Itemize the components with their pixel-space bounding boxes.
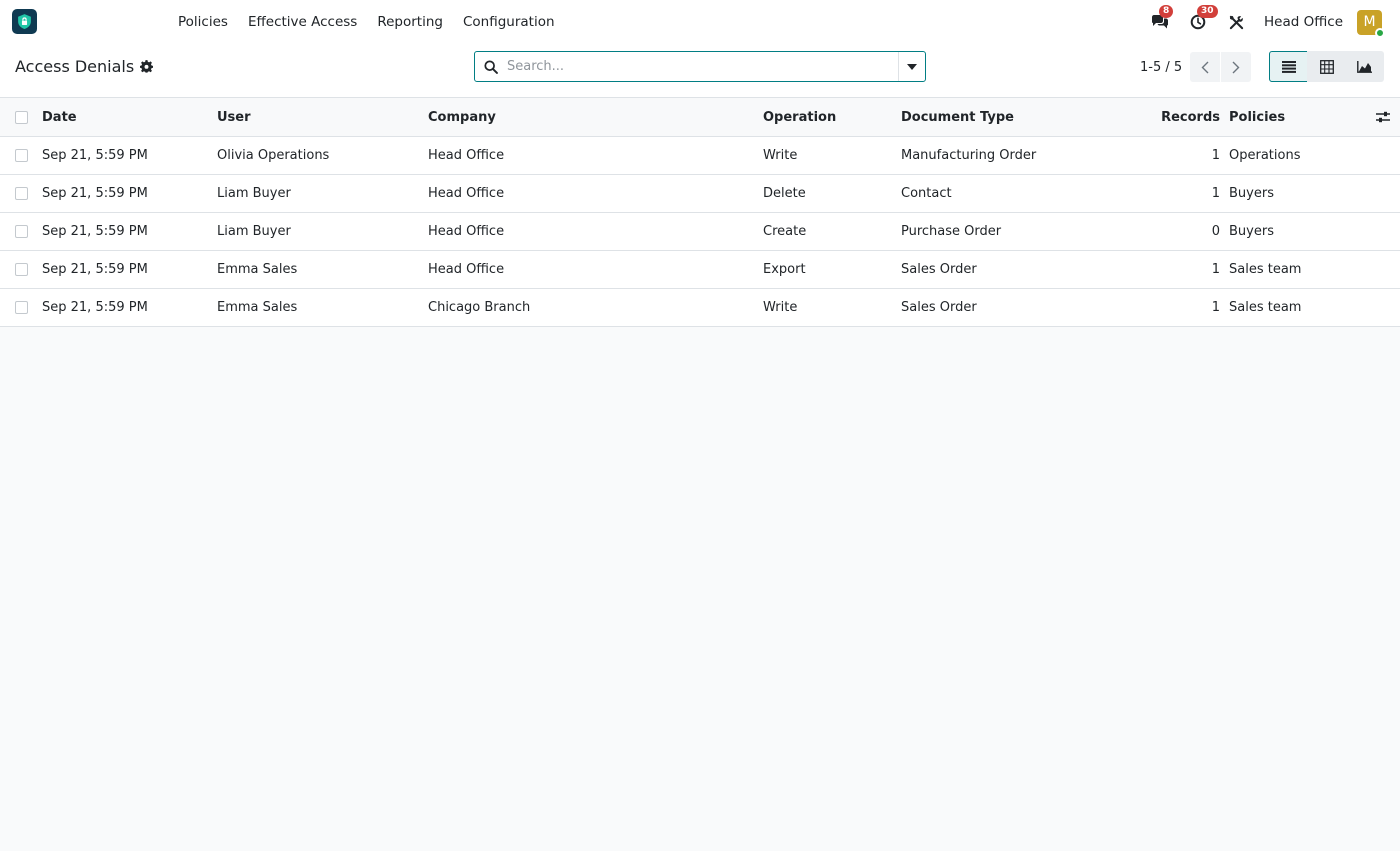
pager-previous-button[interactable] bbox=[1190, 52, 1221, 82]
cell-policies: Operations bbox=[1229, 148, 1301, 163]
page-title: Access Denials bbox=[15, 57, 135, 76]
search-input[interactable] bbox=[507, 52, 898, 81]
row-checkbox[interactable] bbox=[15, 225, 28, 238]
cell-document-type: Contact bbox=[901, 186, 952, 201]
row-checkbox[interactable] bbox=[15, 187, 28, 200]
list-icon bbox=[1281, 60, 1296, 73]
tools-icon bbox=[1229, 15, 1243, 29]
cell-operation: Write bbox=[763, 300, 798, 315]
shield-lock-icon bbox=[18, 14, 31, 29]
column-header-operation[interactable]: Operation bbox=[763, 98, 836, 136]
gear-icon[interactable] bbox=[140, 60, 154, 73]
cell-date: Sep 21, 5:59 PM bbox=[42, 224, 148, 239]
column-header-user[interactable]: User bbox=[217, 98, 251, 136]
cell-operation: Create bbox=[763, 224, 807, 239]
pivot-view-button[interactable] bbox=[1307, 51, 1346, 82]
search-icon bbox=[475, 52, 507, 81]
main-menu: Policies Effective Access Reporting Conf… bbox=[168, 0, 565, 44]
messages-count-badge: 8 bbox=[1159, 5, 1174, 18]
table-row[interactable]: Sep 21, 5:59 PM Liam Buyer Head Office D… bbox=[0, 175, 1400, 213]
column-header-policies[interactable]: Policies bbox=[1229, 98, 1285, 136]
menu-item-reporting[interactable]: Reporting bbox=[367, 14, 453, 30]
graph-view-button[interactable] bbox=[1345, 51, 1384, 82]
cell-policies: Buyers bbox=[1229, 186, 1274, 201]
caret-down-icon bbox=[907, 63, 917, 70]
sliders-icon bbox=[1376, 111, 1390, 123]
cell-company: Head Office bbox=[428, 148, 505, 163]
select-all-checkbox[interactable] bbox=[15, 110, 28, 124]
cell-user: Liam Buyer bbox=[217, 224, 291, 239]
cell-company: Head Office bbox=[428, 224, 505, 239]
access-denials-list: Date User Company Operation Document Typ… bbox=[0, 98, 1400, 327]
cell-document-type: Sales Order bbox=[901, 300, 977, 315]
chevron-right-icon bbox=[1232, 61, 1240, 73]
company-switcher[interactable]: Head Office bbox=[1264, 14, 1343, 30]
cell-operation: Delete bbox=[763, 186, 806, 201]
cell-document-type: Purchase Order bbox=[901, 224, 1002, 239]
row-checkbox[interactable] bbox=[15, 149, 28, 162]
avatar-initial: M bbox=[1363, 14, 1376, 30]
cell-operation: Export bbox=[763, 262, 806, 277]
cell-company: Chicago Branch bbox=[428, 300, 531, 315]
list-view-button[interactable] bbox=[1269, 51, 1308, 82]
chevron-left-icon bbox=[1201, 61, 1209, 73]
cell-company: Head Office bbox=[428, 262, 505, 277]
table-row[interactable]: Sep 21, 5:59 PM Emma Sales Chicago Branc… bbox=[0, 289, 1400, 327]
cell-policies: Sales team bbox=[1229, 300, 1302, 315]
table-grid-icon bbox=[1319, 59, 1334, 74]
top-navbar: Policies Effective Access Reporting Conf… bbox=[0, 0, 1400, 44]
table-row[interactable]: Sep 21, 5:59 PM Liam Buyer Head Office C… bbox=[0, 213, 1400, 251]
row-checkbox[interactable] bbox=[15, 263, 28, 276]
cell-policies: Sales team bbox=[1229, 262, 1302, 277]
cell-document-type: Manufacturing Order bbox=[901, 148, 1037, 163]
debug-tools-button[interactable] bbox=[1226, 12, 1246, 32]
cell-records: 1 bbox=[1211, 148, 1220, 163]
cell-records: 0 bbox=[1211, 224, 1220, 239]
cell-date: Sep 21, 5:59 PM bbox=[42, 300, 148, 315]
cell-user: Emma Sales bbox=[217, 262, 298, 277]
control-panel: Access Denials 1-5 / 5 bbox=[0, 44, 1400, 98]
cell-user: Liam Buyer bbox=[217, 186, 291, 201]
cell-company: Head Office bbox=[428, 186, 505, 201]
user-avatar[interactable]: M bbox=[1357, 9, 1385, 38]
optional-columns-toggle[interactable] bbox=[1376, 98, 1390, 136]
column-header-company[interactable]: Company bbox=[428, 98, 496, 136]
column-header-date[interactable]: Date bbox=[42, 98, 77, 136]
cell-records: 1 bbox=[1211, 186, 1220, 201]
area-chart-icon bbox=[1357, 60, 1372, 73]
table-row[interactable]: Sep 21, 5:59 PM Emma Sales Head Office E… bbox=[0, 251, 1400, 289]
pager: 1-5 / 5 bbox=[1140, 52, 1252, 82]
cell-date: Sep 21, 5:59 PM bbox=[42, 262, 148, 277]
cell-user: Emma Sales bbox=[217, 300, 298, 315]
breadcrumb: Access Denials bbox=[15, 57, 154, 76]
cell-policies: Buyers bbox=[1229, 224, 1274, 239]
menu-item-effective-access[interactable]: Effective Access bbox=[238, 14, 367, 30]
cell-date: Sep 21, 5:59 PM bbox=[42, 186, 148, 201]
systray: 8 30 Head Office M bbox=[1150, 0, 1385, 44]
cell-date: Sep 21, 5:59 PM bbox=[42, 148, 148, 163]
pager-value[interactable]: 1-5 / 5 bbox=[1140, 60, 1182, 75]
cell-user: Olivia Operations bbox=[217, 148, 330, 163]
column-header-document-type[interactable]: Document Type bbox=[901, 98, 1014, 136]
activities-button[interactable]: 30 bbox=[1188, 5, 1218, 32]
cell-records: 1 bbox=[1211, 262, 1220, 277]
row-checkbox[interactable] bbox=[15, 301, 28, 314]
online-status-dot bbox=[1375, 27, 1385, 38]
table-row[interactable]: Sep 21, 5:59 PM Olivia Operations Head O… bbox=[0, 137, 1400, 175]
cell-records: 1 bbox=[1211, 300, 1220, 315]
column-header-records[interactable]: Records bbox=[1120, 98, 1220, 136]
activities-count-badge: 30 bbox=[1197, 5, 1218, 18]
cell-operation: Write bbox=[763, 148, 798, 163]
search-options-toggle[interactable] bbox=[898, 52, 925, 81]
view-switcher bbox=[1269, 51, 1384, 82]
menu-item-policies[interactable]: Policies bbox=[168, 14, 238, 30]
app-logo[interactable] bbox=[12, 9, 37, 34]
messages-button[interactable]: 8 bbox=[1150, 5, 1174, 32]
menu-item-configuration[interactable]: Configuration bbox=[453, 14, 565, 30]
pager-next-button[interactable] bbox=[1221, 52, 1252, 82]
table-header-row: Date User Company Operation Document Typ… bbox=[0, 98, 1400, 137]
cell-document-type: Sales Order bbox=[901, 262, 977, 277]
search-bar bbox=[474, 51, 926, 82]
